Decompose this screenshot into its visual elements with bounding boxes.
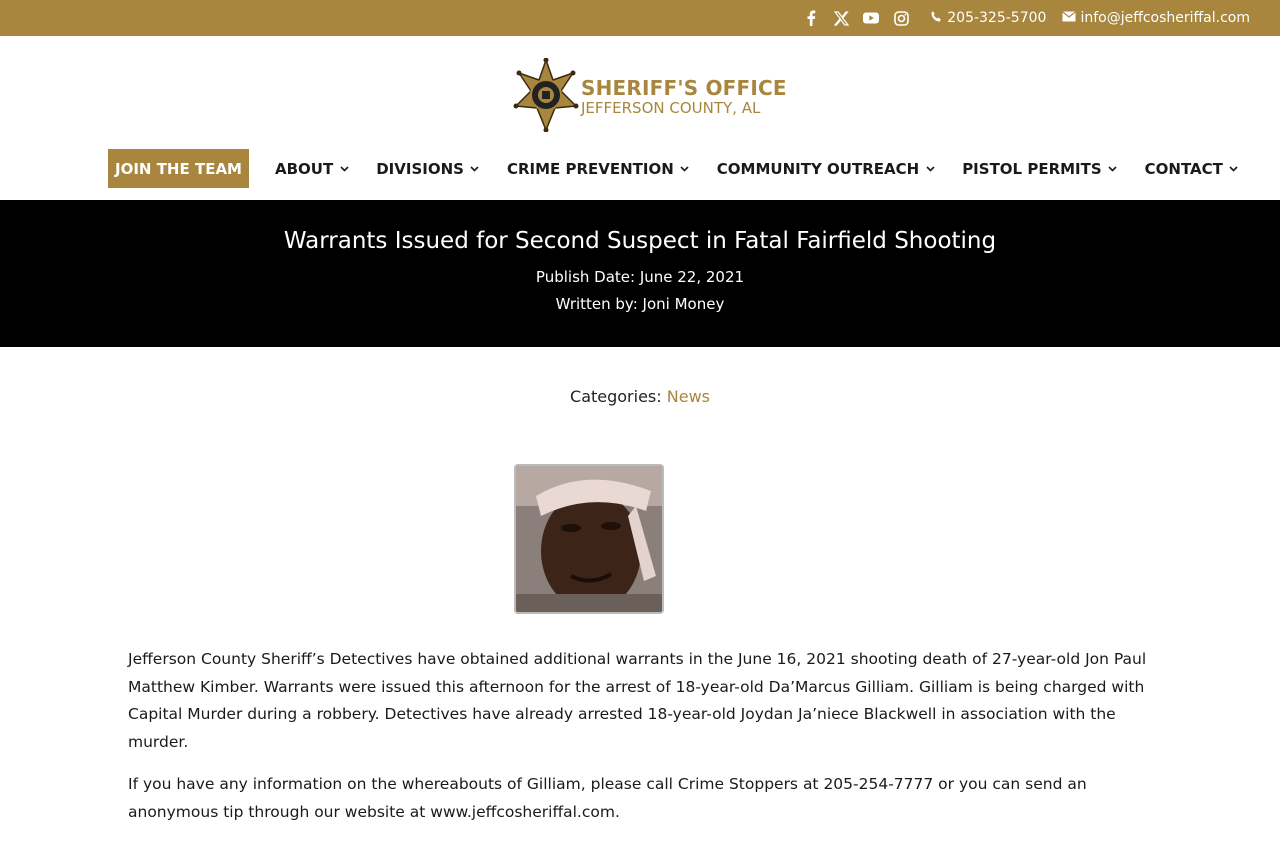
categories-label: Categories: xyxy=(570,387,662,406)
publish-date: Publish Date: June 22, 2021 xyxy=(535,268,745,286)
chevron-down-icon xyxy=(1108,164,1118,174)
nav-item-contact[interactable]: CONTACT xyxy=(1145,160,1239,178)
main-nav: JOIN THE TEAM ABOUT DIVISIONS CRIME PREV… xyxy=(108,149,1266,188)
nav-item-label: DIVISIONS xyxy=(376,159,464,178)
nav-item-label: CRIME PREVENTION xyxy=(506,159,674,178)
nav-item-pistol-permits[interactable]: PISTOL PERMITS xyxy=(962,160,1117,178)
nav-item-about[interactable]: ABOUT xyxy=(275,160,349,178)
site-logo[interactable]: SHERIFF'S OFFICE JEFFERSON COUNTY, AL xyxy=(513,57,787,136)
post-title: Warrants Issued for Second Suspect in Fa… xyxy=(283,228,997,254)
chevron-down-icon xyxy=(1229,164,1239,174)
email-link[interactable]: info@jeffcosheriffal.com xyxy=(1062,10,1250,26)
nav-item-community-outreach[interactable]: COMMUNITY OUTREACH xyxy=(717,160,935,178)
suspect-photo xyxy=(514,464,664,614)
nav-item-divisions[interactable]: DIVISIONS xyxy=(376,160,480,178)
nav-item-label: PISTOL PERMITS xyxy=(962,159,1102,178)
top-contact: 205-325-5700 info@jeffcosheriffal.com xyxy=(930,10,1250,27)
email-address: info@jeffcosheriffal.com xyxy=(1080,10,1250,26)
nav-item-label: COMMUNITY OUTREACH xyxy=(716,159,920,178)
chevron-down-icon xyxy=(339,164,349,174)
nav-item-label: ABOUT xyxy=(275,159,334,178)
chevron-down-icon xyxy=(680,164,690,174)
x-icon[interactable] xyxy=(832,9,850,27)
post-paragraph: If you have any information on the where… xyxy=(128,775,1087,821)
chevron-down-icon xyxy=(470,164,480,174)
post-categories: Categories: News xyxy=(0,387,1280,406)
facebook-icon[interactable] xyxy=(802,9,820,27)
category-link-news[interactable]: News xyxy=(667,387,710,406)
post-meta: Publish Date: June 22, 2021 Written by: … xyxy=(0,264,1280,318)
logo-text: SHERIFF'S OFFICE JEFFERSON COUNTY, AL xyxy=(581,78,787,116)
sheriff-star-icon xyxy=(513,57,579,136)
nav-menu: ABOUT DIVISIONS CRIME PREVENTION COMMUNI… xyxy=(275,160,1266,178)
instagram-icon[interactable] xyxy=(892,9,910,27)
nav-item-label: CONTACT xyxy=(1144,159,1223,178)
email-icon xyxy=(1062,10,1077,26)
phone-link[interactable]: 205-325-5700 xyxy=(930,10,1046,27)
post-author: Written by: Joni Money xyxy=(555,295,725,313)
post-body: Jefferson County Sheriff’s Detectives ha… xyxy=(128,646,1158,841)
phone-icon xyxy=(930,10,943,27)
top-bar: 205-325-5700 info@jeffcosheriffal.com xyxy=(0,0,1280,36)
post-paragraph: Jefferson County Sheriff’s Detectives ha… xyxy=(128,650,1147,751)
join-the-team-button[interactable]: JOIN THE TEAM xyxy=(108,149,249,188)
site-header: SHERIFF'S OFFICE JEFFERSON COUNTY, AL JO… xyxy=(0,36,1280,200)
social-links xyxy=(802,9,910,27)
logo-subtitle: JEFFERSON COUNTY, AL xyxy=(581,99,761,117)
phone-number: 205-325-5700 xyxy=(947,10,1047,26)
youtube-icon[interactable] xyxy=(862,9,880,27)
logo-title: SHERIFF'S OFFICE xyxy=(581,76,787,100)
chevron-down-icon xyxy=(925,164,935,174)
post-hero: Warrants Issued for Second Suspect in Fa… xyxy=(0,200,1280,347)
nav-item-crime-prevention[interactable]: CRIME PREVENTION xyxy=(507,160,690,178)
